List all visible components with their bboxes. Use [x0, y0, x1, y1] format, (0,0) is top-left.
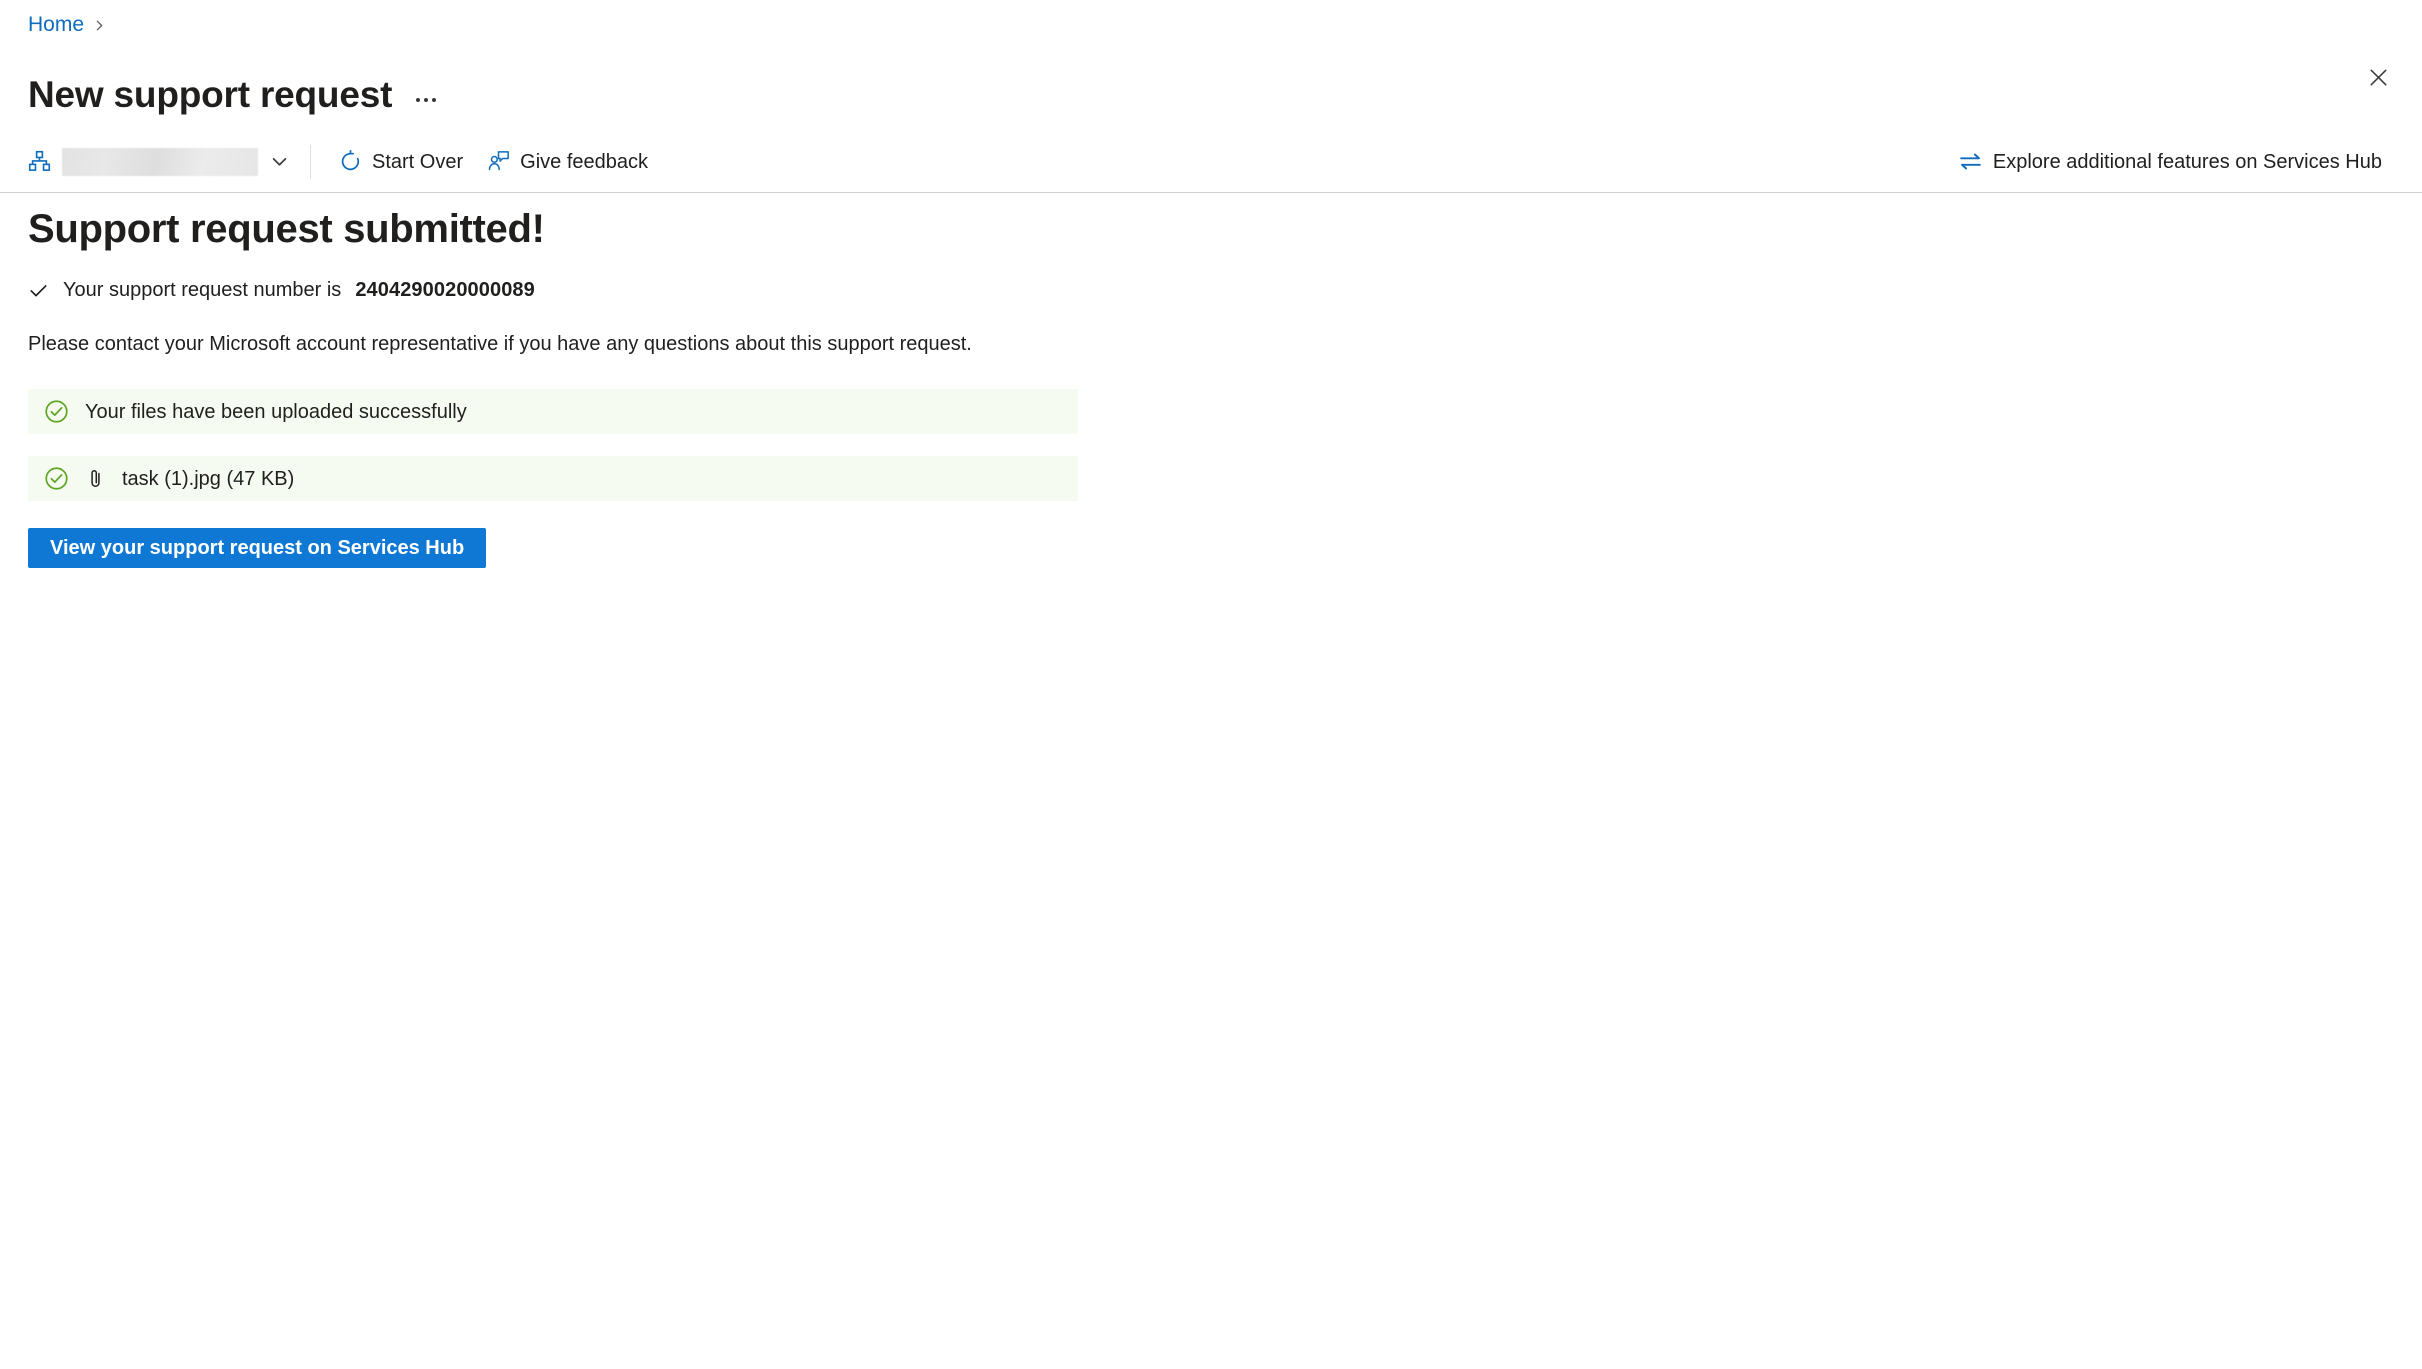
- command-bar-divider: [310, 144, 311, 179]
- scope-picker[interactable]: [28, 131, 304, 192]
- give-feedback-button[interactable]: Give feedback: [475, 140, 660, 184]
- ticket-number-value: 2404290020000089: [355, 279, 535, 301]
- more-dot: [424, 97, 429, 102]
- ticket-number-prefix: Your support request number is: [63, 279, 342, 301]
- chevron-down-icon: [269, 151, 290, 172]
- refresh-icon: [339, 150, 362, 173]
- services-hub-link-label: Explore additional features on Services …: [1992, 150, 2382, 173]
- more-dot: [432, 97, 437, 102]
- more-dot: [416, 97, 421, 102]
- upload-success-text: Your files have been uploaded successful…: [85, 400, 467, 423]
- support-request-page: Home New support request Start Over Give…: [0, 0, 2422, 1369]
- org-hierarchy-icon: [28, 150, 51, 173]
- paperclip-icon: [85, 468, 106, 489]
- ticket-number-row: Your support request number is 240429002…: [28, 277, 2388, 303]
- breadcrumb: Home: [28, 12, 106, 38]
- start-over-button[interactable]: Start Over: [327, 140, 475, 184]
- attachment-banner: task (1).jpg (47 KB): [28, 456, 1078, 501]
- services-hub-link-button[interactable]: Explore additional features on Services …: [1946, 140, 2394, 184]
- attachment-filename: task (1).jpg (47 KB): [122, 467, 295, 490]
- scope-value-redacted: [62, 147, 258, 176]
- command-bar-left: Start Over Give feedback: [28, 131, 660, 192]
- command-bar: Start Over Give feedback Explore additio…: [0, 131, 2422, 193]
- view-support-request-button[interactable]: View your support request on Services Hu…: [28, 528, 487, 568]
- check-circle-icon: [44, 399, 69, 424]
- page-title: New support request: [28, 73, 393, 115]
- check-circle-icon: [44, 466, 69, 491]
- main-content: Support request submitted! Your support …: [28, 205, 2388, 568]
- breadcrumb-item-home[interactable]: Home: [28, 12, 84, 38]
- chevron-right-icon: [93, 19, 106, 32]
- start-over-label: Start Over: [372, 150, 464, 173]
- command-bar-right: Explore additional features on Services …: [1946, 131, 2394, 192]
- title-row: New support request: [28, 48, 442, 142]
- close-icon[interactable]: [2356, 55, 2400, 99]
- upload-success-banner: Your files have been uploaded successful…: [28, 389, 1078, 434]
- confirmation-headline: Support request submitted!: [28, 207, 545, 251]
- two-way-arrows-icon: [1958, 149, 1983, 174]
- feedback-person-icon: [487, 150, 510, 173]
- more-options-button[interactable]: [410, 80, 442, 110]
- give-feedback-label: Give feedback: [520, 150, 648, 173]
- info-paragraph: Please contact your Microsoft account re…: [28, 333, 972, 355]
- check-icon: [28, 280, 49, 301]
